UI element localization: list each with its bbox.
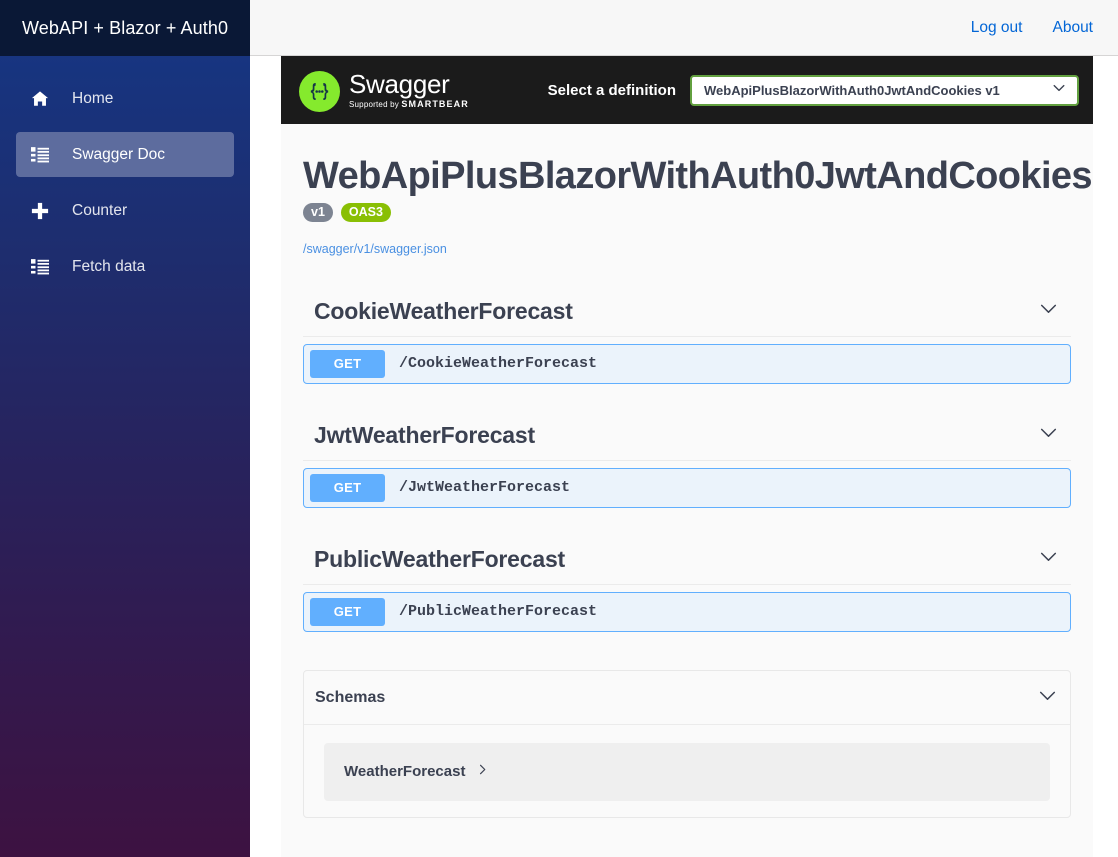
operation-path: /CookieWeatherForecast: [399, 355, 598, 373]
tag-name: PublicWeatherForecast: [314, 545, 566, 572]
chevron-down-icon[interactable]: [1037, 685, 1058, 711]
plus-icon: [31, 202, 49, 220]
oas-badge: OAS3: [340, 202, 391, 222]
smartbear-brand: SMARTBEAR: [401, 98, 469, 109]
list-icon: [31, 146, 49, 164]
sidebar-item-label: Fetch data: [72, 257, 146, 275]
top-navbar: Log out About: [250, 0, 1118, 56]
swagger-wordmark: Swagger: [349, 68, 450, 99]
definition-select[interactable]: WebApiPlusBlazorWithAuth0JwtAndCookies v…: [690, 74, 1079, 106]
schema-row[interactable]: WeatherForecast: [324, 742, 1050, 801]
http-method-badge: GET: [310, 597, 385, 626]
api-info: WebApiPlusBlazorWithAuth0JwtAndCookies v…: [303, 124, 1093, 258]
sidebar-item-label: Swagger Doc: [72, 145, 166, 163]
tag-name: CookieWeatherForecast: [314, 297, 573, 324]
swagger-mark-icon: [299, 70, 340, 112]
http-method-badge: GET: [310, 473, 385, 502]
swagger-logo-text: Swagger Supported by SMARTBEAR: [349, 69, 469, 110]
swagger-logo[interactable]: Swagger Supported by SMARTBEAR: [299, 69, 469, 112]
spec-url-link[interactable]: /swagger/v1/swagger.json: [303, 242, 447, 256]
tag-header[interactable]: CookieWeatherForecast: [303, 298, 1071, 337]
schemas-header[interactable]: Schemas: [304, 671, 1070, 725]
swagger-body: WebApiPlusBlazorWithAuth0JwtAndCookies v…: [281, 124, 1093, 818]
sidebar-item-fetch-data[interactable]: Fetch data: [16, 244, 234, 289]
sidebar-item-home[interactable]: Home: [16, 76, 234, 121]
definition-select-value: WebApiPlusBlazorWithAuth0JwtAndCookies v…: [704, 82, 1000, 98]
home-icon: [31, 90, 49, 108]
tag-block: PublicWeatherForecast GET /PublicWeather…: [303, 546, 1071, 632]
sidebar-nav: Home Swagger Doc Counter Fetch data: [0, 56, 250, 289]
app-root: WebAPI + Blazor + Auth0 Home Swagger Doc…: [0, 0, 1118, 857]
sidebar-item-label: Home: [72, 89, 114, 107]
content-region: Swagger Supported by SMARTBEAR Select a …: [250, 56, 1118, 857]
api-title: WebApiPlusBlazorWithAuth0JwtAndCookies: [303, 155, 1093, 197]
sidebar-item-label: Counter: [72, 201, 128, 219]
schema-name: WeatherForecast: [344, 763, 466, 781]
list-icon: [31, 258, 49, 276]
swagger-topbar: Swagger Supported by SMARTBEAR Select a …: [281, 56, 1093, 124]
operation-row[interactable]: GET /PublicWeatherForecast: [303, 591, 1071, 632]
tag-header[interactable]: PublicWeatherForecast: [303, 546, 1071, 585]
chevron-down-icon: [1051, 80, 1067, 101]
schemas-title: Schemas: [315, 688, 386, 706]
chevron-down-icon[interactable]: [1038, 422, 1059, 448]
swagger-ui: Swagger Supported by SMARTBEAR Select a …: [281, 56, 1093, 857]
operation-row[interactable]: GET /CookieWeatherForecast: [303, 343, 1071, 384]
sidebar-item-counter[interactable]: Counter: [16, 188, 234, 233]
swagger-supported-by: Supported by SMARTBEAR: [349, 99, 469, 110]
tag-block: CookieWeatherForecast GET /CookieWeather…: [303, 298, 1071, 384]
schemas-section: Schemas WeatherForecast: [303, 669, 1071, 818]
definition-selector-group: Select a definition WebApiPlusBlazorWith…: [547, 74, 1079, 106]
tag-block: JwtWeatherForecast GET /JwtWeatherForeca…: [303, 422, 1071, 508]
operation-path: /JwtWeatherForecast: [399, 479, 571, 497]
sidebar-brand[interactable]: WebAPI + Blazor + Auth0: [0, 0, 250, 56]
logout-link[interactable]: Log out: [971, 19, 1023, 37]
sidebar: WebAPI + Blazor + Auth0 Home Swagger Doc…: [0, 0, 250, 857]
chevron-right-icon[interactable]: [476, 763, 489, 781]
chevron-down-icon[interactable]: [1038, 298, 1059, 324]
sidebar-item-swagger-doc[interactable]: Swagger Doc: [16, 132, 234, 177]
http-method-badge: GET: [310, 349, 385, 378]
operation-path: /PublicWeatherForecast: [399, 603, 598, 621]
api-badges: v1 OAS3: [303, 202, 1071, 222]
operation-row[interactable]: GET /JwtWeatherForecast: [303, 467, 1071, 508]
operations-list: CookieWeatherForecast GET /CookieWeather…: [303, 298, 1071, 632]
main-area: Log out About Swagger Supported by SMART…: [250, 0, 1118, 857]
select-definition-label: Select a definition: [547, 81, 676, 99]
version-badge: v1: [303, 202, 333, 222]
tag-header[interactable]: JwtWeatherForecast: [303, 422, 1071, 461]
about-link[interactable]: About: [1052, 19, 1093, 37]
chevron-down-icon[interactable]: [1038, 546, 1059, 572]
supported-prefix: Supported by: [349, 99, 402, 109]
app-title: WebAPI + Blazor + Auth0: [22, 17, 229, 38]
tag-name: JwtWeatherForecast: [314, 421, 535, 448]
